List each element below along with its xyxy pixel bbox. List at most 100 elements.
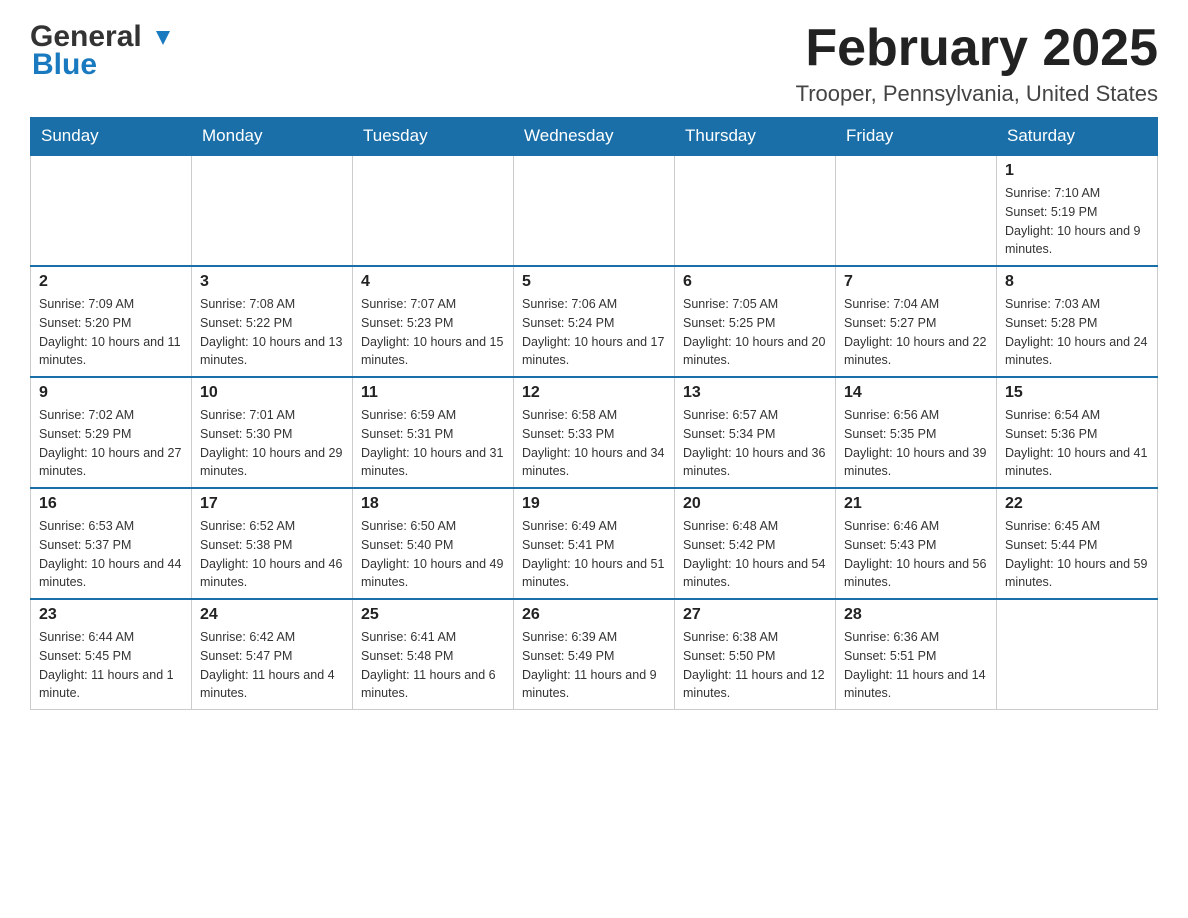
title-section: February 2025 Trooper, Pennsylvania, Uni… — [796, 20, 1158, 107]
day-number: 6 — [683, 273, 827, 291]
table-row — [514, 155, 675, 266]
day-number: 27 — [683, 606, 827, 624]
day-info: Sunrise: 7:04 AMSunset: 5:27 PMDaylight:… — [844, 295, 988, 370]
table-row: 15 Sunrise: 6:54 AMSunset: 5:36 PMDayligh… — [997, 377, 1158, 488]
day-number: 13 — [683, 384, 827, 402]
table-row: 27 Sunrise: 6:38 AMSunset: 5:50 PMDayligh… — [675, 599, 836, 710]
day-info: Sunrise: 6:50 AMSunset: 5:40 PMDaylight:… — [361, 517, 505, 592]
table-row: 2 Sunrise: 7:09 AMSunset: 5:20 PMDaylight… — [31, 266, 192, 377]
header-tuesday: Tuesday — [353, 118, 514, 156]
day-number: 21 — [844, 495, 988, 513]
day-info: Sunrise: 6:52 AMSunset: 5:38 PMDaylight:… — [200, 517, 344, 592]
day-info: Sunrise: 6:48 AMSunset: 5:42 PMDaylight:… — [683, 517, 827, 592]
table-row: 13Sunrise: 6:57 AMSunset: 5:34 PMDayligh… — [675, 377, 836, 488]
day-number: 1 — [1005, 162, 1149, 180]
table-row: 4Sunrise: 7:07 AMSunset: 5:23 PMDaylight… — [353, 266, 514, 377]
table-row: 24 Sunrise: 6:42 AMSunset: 5:47 PMDayligh… — [192, 599, 353, 710]
table-row: 25Sunrise: 6:41 AMSunset: 5:48 PMDayligh… — [353, 599, 514, 710]
table-row: 6 Sunrise: 7:05 AMSunset: 5:25 PMDaylight… — [675, 266, 836, 377]
table-row: 5 Sunrise: 7:06 AMSunset: 5:24 PMDaylight… — [514, 266, 675, 377]
day-number: 12 — [522, 384, 666, 402]
table-row — [997, 599, 1158, 710]
day-number: 17 — [200, 495, 344, 513]
page-header: General Blue February 2025 Trooper, Penn… — [30, 20, 1158, 107]
day-info: Sunrise: 6:44 AMSunset: 5:45 PMDaylight:… — [39, 628, 183, 703]
table-row: 22Sunrise: 6:45 AMSunset: 5:44 PMDayligh… — [997, 488, 1158, 599]
day-info: Sunrise: 7:07 AMSunset: 5:23 PMDaylight:… — [361, 295, 505, 370]
day-info: Sunrise: 7:06 AMSunset: 5:24 PMDaylight:… — [522, 295, 666, 370]
day-number: 28 — [844, 606, 988, 624]
table-row: 20Sunrise: 6:48 AMSunset: 5:42 PMDayligh… — [675, 488, 836, 599]
table-row: 1Sunrise: 7:10 AMSunset: 5:19 PMDaylight… — [997, 155, 1158, 266]
day-number: 7 — [844, 273, 988, 291]
day-number: 16 — [39, 495, 183, 513]
day-info: Sunrise: 6:45 AMSunset: 5:44 PMDaylight:… — [1005, 517, 1149, 592]
day-number: 23 — [39, 606, 183, 624]
table-row — [675, 155, 836, 266]
day-number: 2 — [39, 273, 183, 291]
day-number: 14 — [844, 384, 988, 402]
day-info: Sunrise: 6:56 AMSunset: 5:35 PMDaylight:… — [844, 406, 988, 481]
table-row — [31, 155, 192, 266]
table-row: 11 Sunrise: 6:59 AMSunset: 5:31 PMDayligh… — [353, 377, 514, 488]
table-row: 18 Sunrise: 6:50 AMSunset: 5:40 PMDayligh… — [353, 488, 514, 599]
week-row-5: 23 Sunrise: 6:44 AMSunset: 5:45 PMDayligh… — [31, 599, 1158, 710]
week-row-3: 9 Sunrise: 7:02 AMSunset: 5:29 PMDaylight… — [31, 377, 1158, 488]
day-number: 19 — [522, 495, 666, 513]
day-info: Sunrise: 7:02 AMSunset: 5:29 PMDaylight:… — [39, 406, 183, 481]
day-info: Sunrise: 6:36 AMSunset: 5:51 PMDaylight:… — [844, 628, 988, 703]
location-text: Trooper, Pennsylvania, United States — [796, 81, 1158, 107]
logo-arrow-icon — [152, 27, 174, 49]
day-number: 11 — [361, 384, 505, 402]
table-row: 8 Sunrise: 7:03 AMSunset: 5:28 PMDaylight… — [997, 266, 1158, 377]
table-row: 14 Sunrise: 6:56 AMSunset: 5:35 PMDayligh… — [836, 377, 997, 488]
table-row: 9 Sunrise: 7:02 AMSunset: 5:29 PMDaylight… — [31, 377, 192, 488]
day-info: Sunrise: 7:05 AMSunset: 5:25 PMDaylight:… — [683, 295, 827, 370]
day-number: 3 — [200, 273, 344, 291]
day-info: Sunrise: 7:09 AMSunset: 5:20 PMDaylight:… — [39, 295, 183, 370]
table-row: 19 Sunrise: 6:49 AMSunset: 5:41 PMDayligh… — [514, 488, 675, 599]
day-info: Sunrise: 6:53 AMSunset: 5:37 PMDaylight:… — [39, 517, 183, 592]
table-row: 17 Sunrise: 6:52 AMSunset: 5:38 PMDayligh… — [192, 488, 353, 599]
day-info: Sunrise: 6:49 AMSunset: 5:41 PMDaylight:… — [522, 517, 666, 592]
day-number: 8 — [1005, 273, 1149, 291]
table-row — [192, 155, 353, 266]
logo: General Blue — [30, 20, 174, 82]
header-wednesday: Wednesday — [514, 118, 675, 156]
day-number: 9 — [39, 384, 183, 402]
day-info: Sunrise: 6:59 AMSunset: 5:31 PMDaylight:… — [361, 406, 505, 481]
header-saturday: Saturday — [997, 118, 1158, 156]
day-info: Sunrise: 6:42 AMSunset: 5:47 PMDaylight:… — [200, 628, 344, 703]
day-number: 18 — [361, 495, 505, 513]
header-monday: Monday — [192, 118, 353, 156]
day-info: Sunrise: 7:08 AMSunset: 5:22 PMDaylight:… — [200, 295, 344, 370]
header-thursday: Thursday — [675, 118, 836, 156]
day-number: 5 — [522, 273, 666, 291]
day-number: 24 — [200, 606, 344, 624]
week-row-2: 2 Sunrise: 7:09 AMSunset: 5:20 PMDaylight… — [31, 266, 1158, 377]
day-info: Sunrise: 6:39 AMSunset: 5:49 PMDaylight:… — [522, 628, 666, 703]
week-row-4: 16 Sunrise: 6:53 AMSunset: 5:37 PMDayligh… — [31, 488, 1158, 599]
weekday-header-row: Sunday Monday Tuesday Wednesday Thursday… — [31, 118, 1158, 156]
day-info: Sunrise: 7:01 AMSunset: 5:30 PMDaylight:… — [200, 406, 344, 481]
table-row: 7 Sunrise: 7:04 AMSunset: 5:27 PMDaylight… — [836, 266, 997, 377]
day-number: 15 — [1005, 384, 1149, 402]
calendar-table: Sunday Monday Tuesday Wednesday Thursday… — [30, 117, 1158, 710]
table-row: 3 Sunrise: 7:08 AMSunset: 5:22 PMDaylight… — [192, 266, 353, 377]
header-sunday: Sunday — [31, 118, 192, 156]
day-info: Sunrise: 6:46 AMSunset: 5:43 PMDaylight:… — [844, 517, 988, 592]
table-row: 21 Sunrise: 6:46 AMSunset: 5:43 PMDayligh… — [836, 488, 997, 599]
logo-blue-text: Blue — [30, 48, 97, 82]
table-row — [836, 155, 997, 266]
table-row: 23 Sunrise: 6:44 AMSunset: 5:45 PMDayligh… — [31, 599, 192, 710]
day-info: Sunrise: 6:58 AMSunset: 5:33 PMDaylight:… — [522, 406, 666, 481]
table-row: 26Sunrise: 6:39 AMSunset: 5:49 PMDayligh… — [514, 599, 675, 710]
day-number: 25 — [361, 606, 505, 624]
table-row: 10 Sunrise: 7:01 AMSunset: 5:30 PMDayligh… — [192, 377, 353, 488]
week-row-1: 1Sunrise: 7:10 AMSunset: 5:19 PMDaylight… — [31, 155, 1158, 266]
day-info: Sunrise: 6:54 AMSunset: 5:36 PMDaylight:… — [1005, 406, 1149, 481]
header-friday: Friday — [836, 118, 997, 156]
day-info: Sunrise: 7:03 AMSunset: 5:28 PMDaylight:… — [1005, 295, 1149, 370]
day-number: 10 — [200, 384, 344, 402]
day-info: Sunrise: 6:38 AMSunset: 5:50 PMDaylight:… — [683, 628, 827, 703]
